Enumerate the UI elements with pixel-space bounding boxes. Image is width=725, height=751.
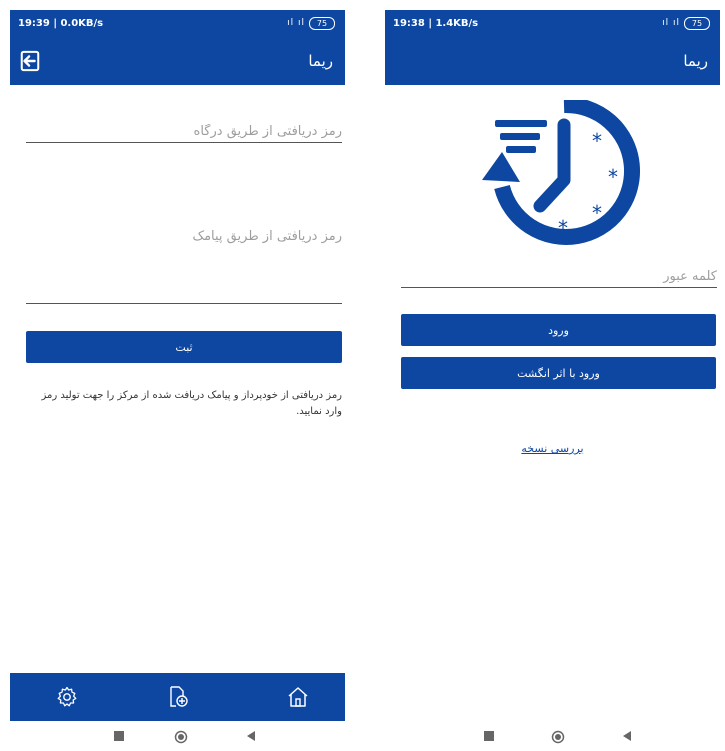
- recent-apps-icon[interactable]: [483, 730, 495, 742]
- add-document-icon[interactable]: [166, 685, 190, 709]
- bottom-navigation: [10, 673, 345, 721]
- login-button[interactable]: ورود: [401, 314, 716, 346]
- app-title: ریما: [308, 52, 333, 70]
- gateway-code-input[interactable]: [26, 124, 342, 139]
- signal-icon: ıl ıl: [662, 18, 680, 28]
- gear-icon[interactable]: [55, 685, 79, 709]
- status-bar: 19:39 | 0.0KB/s ıl ıl 75: [10, 10, 345, 37]
- battery-icon: 75: [309, 17, 335, 30]
- exit-icon[interactable]: [19, 50, 41, 72]
- svg-text:*: *: [608, 165, 618, 189]
- back-icon[interactable]: [245, 730, 257, 742]
- app-bar: ریما: [385, 37, 720, 85]
- instruction-text: رمز دریافتی از خودپرداز و پیامک دریافت ش…: [41, 390, 342, 417]
- fast-clock-icon: * * * *: [482, 100, 640, 245]
- sms-code-field[interactable]: [26, 225, 342, 244]
- left-screen: 19:39 | 0.0KB/s ıl ıl 75 ریما ثبت رمز در…: [10, 10, 345, 751]
- right-screen: 19:38 | 1.4KB/s ıl ıl 75 ریما * * * * ور…: [385, 10, 720, 751]
- app-title: ریما: [683, 52, 708, 70]
- home-icon[interactable]: [286, 685, 310, 709]
- gateway-code-field[interactable]: [26, 120, 342, 139]
- status-bar: 19:38 | 1.4KB/s ıl ıl 75: [385, 10, 720, 37]
- home-button-icon[interactable]: [174, 730, 188, 744]
- app-bar: ریما: [10, 37, 345, 85]
- status-time: 19:39 | 0.0KB/s: [18, 18, 104, 29]
- check-version-link[interactable]: بررسی نسخه: [385, 442, 720, 455]
- system-navigation-bar: [10, 721, 345, 751]
- svg-text:*: *: [592, 129, 602, 153]
- recent-apps-icon[interactable]: [113, 730, 125, 742]
- status-time: 19:38 | 1.4KB/s: [393, 18, 479, 29]
- signal-icon: ıl ıl: [287, 18, 305, 28]
- submit-button[interactable]: ثبت: [26, 331, 342, 363]
- system-navigation-bar: [385, 721, 720, 751]
- home-button-icon[interactable]: [551, 730, 565, 744]
- svg-text:*: *: [558, 216, 568, 240]
- back-icon[interactable]: [621, 730, 633, 742]
- battery-icon: 75: [684, 17, 710, 30]
- fingerprint-login-button[interactable]: ورود با اثر انگشت: [401, 357, 716, 389]
- sms-underline: [26, 303, 342, 304]
- password-field[interactable]: [401, 265, 717, 284]
- svg-text:*: *: [592, 201, 602, 225]
- password-input[interactable]: [401, 269, 717, 284]
- password-underline: [401, 287, 717, 288]
- sms-code-input[interactable]: [26, 229, 342, 244]
- gateway-underline: [26, 142, 342, 143]
